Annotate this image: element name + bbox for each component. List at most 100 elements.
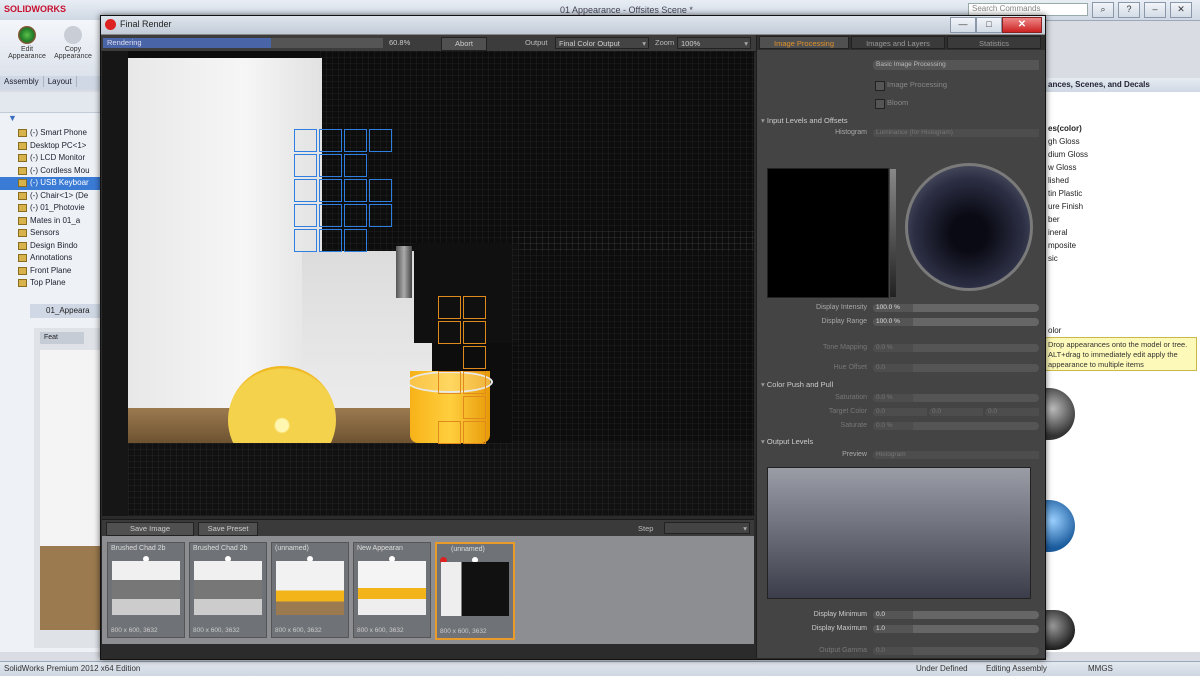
save-preset-button[interactable]: Save Preset [198,522,258,536]
abort-button[interactable]: Abort [441,37,487,51]
tree-item[interactable]: (-) 01_Photovie [0,202,100,215]
render-progress-bar: Rendering [103,38,383,48]
subwindow-title[interactable]: 01_Appeara [30,304,100,318]
tree-item[interactable]: Mates in 01_a [0,215,100,228]
tree-item[interactable]: Sensors [0,227,100,240]
output-levels-section[interactable]: Output Levels [761,437,813,446]
histogram-label: Histogram [835,129,867,136]
color-wheel[interactable] [905,163,1033,291]
tone-mapping-slider[interactable]: 0.0 % [873,344,1039,352]
tree-item[interactable]: (-) USB Keyboar [0,177,100,190]
copy-appearance-label: Copy Appearance [54,46,92,60]
render-titlebar: Final Render — □ ✕ [101,16,1045,35]
appearance-item[interactable]: dium Gloss [1044,148,1200,161]
display-range-value: 100.0 % [873,318,913,326]
minimize-button[interactable]: — [950,17,976,33]
display-minimum-slider[interactable]: 0.0 [873,611,1039,619]
saturate-label: Saturate [840,422,867,429]
history-thumb[interactable]: New Appearan 800 x 600, 3632 [353,542,431,638]
tab-statistics[interactable]: Statistics [947,36,1041,49]
tree-item[interactable]: (-) LCD Monitor [0,152,100,165]
render-viewport[interactable] [102,51,754,516]
output-gamma-label: Output Gamma [819,647,867,654]
tree-item-label: (-) 01_Photovie [30,203,85,212]
history-thumb[interactable]: (unnamed) 800 x 600, 3632 [271,542,349,638]
scene-faucet [396,246,412,298]
zoom-select[interactable]: 100% [677,37,751,50]
render-bucket [369,204,392,227]
render-bucket [319,229,342,252]
section-label: olor [1048,326,1062,335]
tree-item[interactable]: Front Plane [0,265,100,278]
preview-select[interactable]: Histogram [873,451,1039,459]
search-icon[interactable]: ⌕ [1092,2,1114,18]
help-icon[interactable]: ? [1118,2,1140,18]
tree-items: (-) Smart Phone Desktop PC<1> (-) LCD Moni… [0,127,100,290]
appearance-item[interactable]: tin Plastic [1044,187,1200,200]
active-render-bucket [463,321,486,344]
render-bucket [344,129,367,152]
target-color-r[interactable]: 0.0 [873,408,927,416]
output-gamma-slider[interactable]: 0.0 [873,647,1039,655]
tree-item-label: Front Plane [30,265,72,275]
display-maximum-slider[interactable]: 1.0 [873,625,1039,633]
tree-item[interactable]: (-) Smart Phone [0,127,100,140]
histogram-select[interactable]: Luminance (for Histogram) [873,129,1039,137]
appearance-item[interactable]: gh Gloss [1044,135,1200,148]
bloom-checkbox[interactable] [875,99,885,109]
hue-offset-slider[interactable]: 0.0 [873,364,1039,372]
target-color-g[interactable]: 0.0 [929,408,983,416]
input-levels-section[interactable]: Input Levels and Offsets [761,116,848,125]
close-button[interactable]: ✕ [1002,17,1042,33]
saturate-slider[interactable]: 0.0 % [873,422,1039,430]
appearance-list: gh Gloss dium Gloss w Gloss lished tin Plast… [1044,135,1200,265]
appearance-item[interactable]: w Gloss [1044,161,1200,174]
step-label: Step [638,524,654,533]
tree-item[interactable]: Top Plane [0,277,100,290]
tree-item[interactable]: Annotations [0,252,100,265]
output-select[interactable]: Final Color Output [555,37,649,50]
thumb-image [441,562,509,616]
history-thumb[interactable]: Brushed Chad 2b 800 x 600, 3632 [189,542,267,638]
appearance-item[interactable]: sic [1044,252,1200,265]
target-color-g-value: 0.0 [929,408,983,416]
image-processing-checkbox[interactable] [875,81,885,91]
edit-appearance-button[interactable]: Edit Appearance [6,26,48,60]
copy-appearance-button[interactable]: Copy Appearance [52,26,94,60]
display-intensity-slider[interactable]: 100.0 % [873,304,1039,312]
tree-item[interactable]: Design Bindo [0,240,100,253]
maximize-button[interactable]: □ [976,17,1002,33]
units-status[interactable]: MMGS [1088,664,1113,673]
active-render-bucket [463,346,486,369]
tab-layout[interactable]: Layout [44,76,77,87]
save-image-button[interactable]: Save Image [106,522,194,536]
tree-item-label: (-) USB Keyboar [30,178,89,187]
appearance-item[interactable]: ure Finish [1044,200,1200,213]
filter-icon[interactable]: ▼ [8,113,17,123]
appearance-item[interactable]: ber [1044,213,1200,226]
viewport-margin [102,51,128,516]
tree-item[interactable]: Desktop PC<1> [0,140,100,153]
history-thumb[interactable]: Brushed Chad 2b 800 x 600, 3632 [107,542,185,638]
color-push-section[interactable]: Color Push and Pull [761,380,833,389]
tab-image-processing[interactable]: Image Processing [759,36,849,49]
display-range-slider[interactable]: 100.0 % [873,318,1039,326]
saturation-slider[interactable]: 0.0 % [873,394,1039,402]
tab-images-and-layers[interactable]: Images and Layers [851,36,945,49]
history-thumb-active[interactable]: (unnamed) 800 x 600, 3632 [435,542,515,640]
app-logo: SOLIDWORKS [4,4,66,14]
appearance-item[interactable]: ineral [1044,226,1200,239]
appearance-item[interactable]: mposite [1044,239,1200,252]
basic-processing-header[interactable]: Basic Image Processing [873,60,1039,70]
tab-feat[interactable]: Feat [40,332,84,344]
appearance-item[interactable]: lished [1044,174,1200,187]
tab-assembly[interactable]: Assembly [0,76,44,87]
target-color-b[interactable]: 0.0 [985,408,1039,416]
tree-item-label: (-) Cordless Mou [30,165,90,175]
tree-item[interactable]: (-) Chair<1> (De [0,190,100,203]
step-select[interactable] [664,522,750,535]
tree-item[interactable]: (-) Cordless Mou [0,165,100,178]
minimize-icon[interactable]: – [1144,2,1166,18]
close-icon[interactable]: ✕ [1170,2,1192,18]
part-icon [18,279,27,287]
